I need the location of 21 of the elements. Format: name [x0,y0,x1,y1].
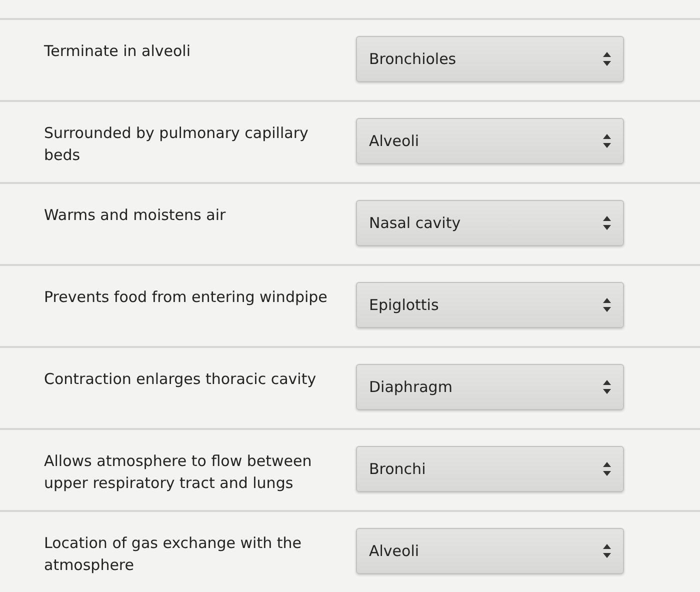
question-text: Contraction enlarges thoracic cavity [44,369,318,390]
updown-arrows-icon [603,380,611,394]
question-text: Terminate in alveoli [44,41,192,62]
question-text: Prevents food from entering windpipe [44,287,328,308]
updown-arrows-icon [603,134,611,148]
updown-arrows-icon [603,52,611,66]
answer-dropdown[interactable]: Alveoli [356,118,624,164]
answer-dropdown[interactable]: Nasal cavity [356,200,624,246]
updown-arrows-icon [603,298,611,312]
updown-arrows-icon [603,544,611,558]
updown-arrows-icon [603,216,611,230]
answer-dropdown[interactable]: Bronchioles [356,36,624,82]
answer-dropdown[interactable]: Alveoli [356,528,624,574]
updown-arrows-icon [603,462,611,476]
question-text: Allows atmosphere to flow between upper respiratory tract and lungs [44,451,313,494]
answer-dropdown[interactable]: Diaphragm [356,364,624,410]
question-text: Warms and moistens air [44,205,227,226]
answer-dropdown[interactable]: Epiglottis [356,282,624,328]
question-text: Surrounded by pulmonary capillary beds [44,123,310,166]
question-text: Location of gas exchange with the atmosphere [44,533,302,576]
answer-dropdown[interactable]: Bronchi [356,446,624,492]
